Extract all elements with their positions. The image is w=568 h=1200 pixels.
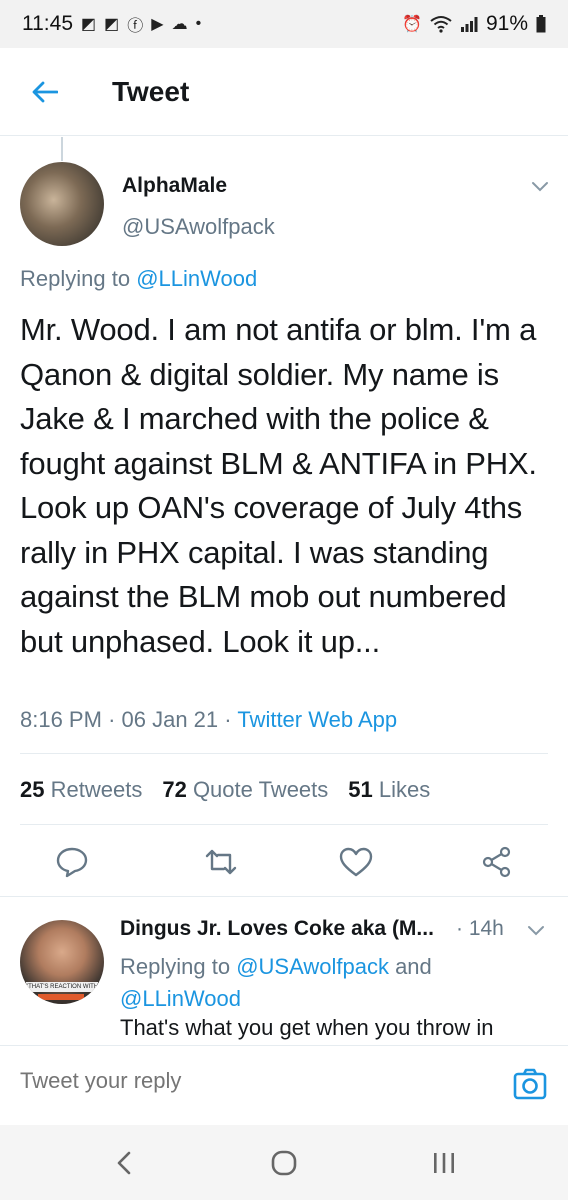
retweets-stat[interactable]: 25 Retweets [20, 777, 142, 803]
reply-author-name[interactable]: Dingus Jr. Loves Coke aka (M... [120, 917, 465, 941]
replying-to: Replying to @LLinWood [20, 266, 257, 292]
page-title: Tweet [112, 75, 190, 107]
alarm-icon: ⏰ [402, 16, 422, 33]
facebook-icon: ⓕ [127, 18, 144, 35]
quotes-label: Quote Tweets [192, 777, 329, 802]
reply-mention-link[interactable]: @LLinWood [120, 986, 241, 1011]
reply-input[interactable] [20, 1068, 480, 1094]
replying-prefix: Replying to [20, 266, 137, 291]
reply-replying-prefix: Replying to [120, 954, 237, 979]
share-icon [482, 846, 511, 878]
back-button[interactable] [0, 48, 90, 136]
retweets-count: 25 [20, 777, 45, 802]
back-arrow-icon [32, 81, 58, 102]
reply-time: · 14h [456, 917, 504, 940]
quotes-stat[interactable]: 72 Quote Tweets [162, 777, 328, 803]
reply-author-avatar[interactable]: "THAT'S REACTION WITH DONALD" [20, 920, 104, 1004]
app-notification-icon: ◩ [81, 16, 97, 33]
recent-apps-icon [434, 1153, 454, 1173]
thread-line [61, 137, 63, 161]
tweet-meta: 8:16 PM · 06 Jan 21 · Twitter Web App [20, 707, 397, 733]
avatar-caption: "THAT'S REACTION WITH DONALD" [26, 982, 98, 992]
tweet-source-link[interactable]: Twitter Web App [237, 707, 397, 732]
quotes-count: 72 [162, 777, 187, 802]
battery-percent: 91% [485, 12, 528, 35]
reply-icon [56, 847, 88, 878]
compose-bar [0, 1045, 568, 1125]
tweet-actions [0, 842, 568, 882]
like-icon [339, 847, 373, 877]
back-icon [117, 1151, 131, 1175]
status-right: ⏰ 91% [402, 12, 546, 36]
chevron-down-icon[interactable] [524, 920, 548, 940]
nav-back-button[interactable] [104, 1143, 144, 1183]
battery-icon [536, 15, 546, 33]
avatar-stripe [38, 994, 84, 1000]
divider [20, 824, 548, 825]
reply-button[interactable] [52, 842, 92, 882]
meta-separator: · [108, 707, 122, 732]
replying-mention-link[interactable]: @LLinWood [136, 266, 257, 291]
tweet-date: 06 Jan 21 [121, 707, 219, 732]
share-button[interactable] [477, 842, 517, 882]
home-icon [271, 1150, 297, 1176]
status-bar: 11:45 ◩ ◩ ⓕ ▶ ☁ • ⏰ 91% [0, 0, 568, 48]
author-avatar[interactable] [20, 162, 104, 246]
retweets-label: Retweets [50, 777, 143, 802]
nav-home-button[interactable] [264, 1143, 304, 1183]
wifi-icon [430, 16, 452, 33]
chevron-down-icon[interactable] [528, 176, 552, 196]
divider [0, 896, 568, 897]
signal-icon [460, 17, 478, 32]
app-header: Tweet [0, 48, 568, 136]
camera-icon[interactable] [512, 1066, 548, 1102]
author-name[interactable]: AlphaMale [122, 174, 227, 198]
author-handle[interactable]: @USAwolfpack [122, 214, 275, 240]
likes-stat[interactable]: 51 Likes [348, 777, 430, 803]
reply-replying-to: Replying to @USAwolfpack and @LLinWood [120, 951, 540, 1015]
retweet-button[interactable] [201, 842, 241, 882]
status-time: 11:45 [22, 12, 73, 35]
tweet-text: Mr. Wood. I am not antifa or blm. I'm a … [20, 312, 537, 659]
meta-separator: · [224, 707, 238, 732]
android-nav-bar [0, 1125, 568, 1200]
cloud-icon: ☁ [171, 16, 188, 33]
retweet-icon [205, 849, 237, 875]
like-button[interactable] [336, 842, 376, 882]
likes-label: Likes [378, 777, 431, 802]
reply-and: and [388, 954, 432, 979]
reply-text: That's what you get when you throw in [120, 1015, 494, 1040]
reply-time-value: 14h [468, 917, 504, 940]
app-notification-icon: ◩ [104, 16, 120, 33]
tweet-stats: 25 Retweets 72 Quote Tweets 51 Likes [20, 777, 430, 803]
dot-icon: • [195, 15, 202, 32]
nav-recents-button[interactable] [424, 1143, 464, 1183]
divider [20, 753, 548, 754]
youtube-icon: ▶ [151, 16, 164, 33]
tweet-time: 8:16 PM [20, 707, 102, 732]
status-left: 11:45 ◩ ◩ ⓕ ▶ ☁ • [22, 12, 201, 36]
reply-mention-link[interactable]: @USAwolfpack [236, 954, 389, 979]
likes-count: 51 [348, 777, 373, 802]
